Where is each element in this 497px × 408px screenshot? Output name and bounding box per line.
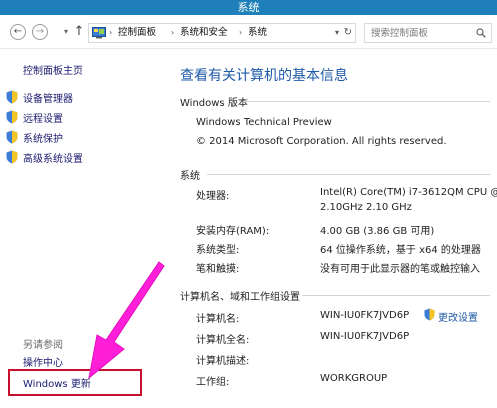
- sidebar-item-label: 设备管理器: [23, 94, 73, 105]
- breadcrumb-separator: ›: [171, 28, 175, 37]
- change-settings-label: 更改设置: [438, 313, 478, 324]
- shield-icon: [6, 110, 18, 124]
- sidebar-home-link[interactable]: 控制面板主页: [23, 62, 83, 77]
- shield-icon: [424, 308, 435, 321]
- pen-touch-value: 没有可用于此显示器的笔或触控输入: [320, 264, 480, 275]
- section-divider: [302, 295, 490, 296]
- processor-speed-value: 2.10GHz 2.10 GHz: [320, 202, 412, 213]
- sidebar-item-label: 高级系统设置: [23, 154, 83, 165]
- breadcrumb-control-panel[interactable]: 控制面板: [118, 24, 156, 42]
- shield-icon: [6, 130, 18, 144]
- section-divider: [243, 101, 490, 102]
- navigation-bar: ← → ▾ ↑ › 控制面板 › 系统和安全 › 系统 ▾ ↻: [0, 15, 497, 49]
- breadcrumb-separator: ›: [109, 28, 113, 37]
- system-type-value: 64 位操作系统，基于 x64 的处理器: [320, 245, 481, 256]
- back-button[interactable]: ←: [10, 24, 26, 40]
- see-also-heading: 另请参阅: [23, 340, 63, 351]
- shield-icon: [6, 150, 18, 164]
- search-icon[interactable]: [476, 28, 486, 38]
- processor-label: 处理器:: [196, 191, 230, 202]
- computer-heading: 计算机名、域和工作组设置: [180, 292, 300, 303]
- sidebar: 控制面板主页 设备管理器 远程设置 系统保护 高级系统设置 另请参阅 操作中心 …: [0, 50, 150, 408]
- system-type-label: 系统类型:: [196, 245, 240, 256]
- computer-name-label: 计算机名:: [196, 314, 240, 325]
- up-button[interactable]: ↑: [72, 23, 86, 41]
- forward-arrow-icon: →: [35, 26, 45, 37]
- ram-value: 4.00 GB (3.86 GB 可用): [320, 226, 435, 237]
- sidebar-link-action-center[interactable]: 操作中心: [23, 354, 63, 369]
- page-title: 查看有关计算机的基本信息: [180, 68, 348, 84]
- forward-button[interactable]: →: [32, 24, 48, 40]
- recent-locations-dropdown[interactable]: ▾: [61, 24, 71, 40]
- shield-icon: [6, 90, 18, 104]
- edition-copyright: © 2014 Microsoft Corporation. All rights…: [196, 136, 447, 147]
- sidebar-item-label: 远程设置: [23, 114, 63, 125]
- back-arrow-icon: ←: [13, 26, 23, 37]
- sidebar-item-label: 系统保护: [23, 134, 63, 145]
- description-label: 计算机描述:: [196, 356, 250, 367]
- title-bar: 系统: [0, 0, 497, 15]
- section-divider: [207, 174, 490, 175]
- breadcrumb-separator: ›: [239, 28, 243, 37]
- search-box[interactable]: [364, 23, 492, 43]
- chevron-down-icon: ▾: [63, 27, 68, 36]
- ram-label: 安装内存(RAM):: [196, 226, 270, 237]
- workgroup-label: 工作组:: [196, 377, 230, 388]
- breadcrumb-system[interactable]: 系统: [248, 24, 267, 42]
- edition-name: Windows Technical Preview: [196, 117, 332, 128]
- window-title: 系统: [237, 1, 260, 14]
- up-arrow-icon: ↑: [73, 24, 85, 39]
- search-input[interactable]: [365, 24, 465, 42]
- refresh-icon[interactable]: ↻: [344, 24, 352, 42]
- main-content: 查看有关计算机的基本信息 Windows 版本 Windows Technica…: [150, 50, 497, 408]
- edition-heading: Windows 版本: [180, 98, 248, 109]
- control-panel-icon: [92, 27, 106, 39]
- computer-name-value: WIN-IU0FK7JVD6P: [320, 310, 410, 321]
- pen-touch-label: 笔和触摸:: [196, 264, 240, 275]
- workgroup-value: WORKGROUP: [320, 373, 388, 384]
- breadcrumb-system-security[interactable]: 系统和安全: [180, 24, 228, 42]
- annotation-highlight-box: [8, 369, 142, 396]
- system-heading: 系统: [180, 171, 200, 182]
- processor-value: Intel(R) Core(TM) i7-3612QM CPU @: [320, 187, 497, 198]
- address-bar[interactable]: › 控制面板 › 系统和安全 › 系统 ▾ ↻: [88, 23, 356, 43]
- full-name-label: 计算机全名:: [196, 335, 250, 346]
- address-dropdown-icon[interactable]: ▾: [335, 24, 339, 42]
- full-name-value: WIN-IU0FK7JVD6P: [320, 331, 410, 342]
